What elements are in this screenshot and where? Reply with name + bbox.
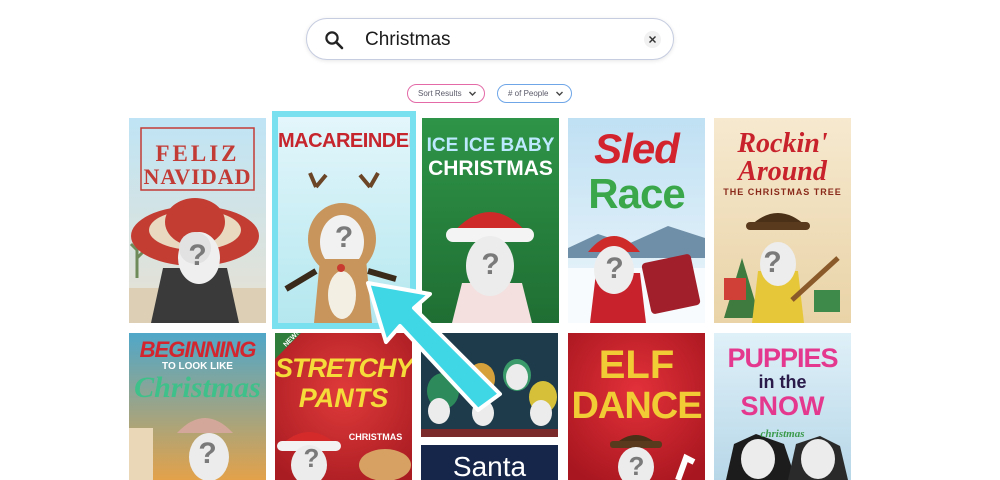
search-input[interactable] — [365, 28, 625, 52]
card-puppies-title-1: PUPPIES — [727, 343, 838, 373]
chevron-down-icon — [556, 91, 563, 96]
card-sled-race-title-2: Race — [588, 170, 685, 217]
people-count-dropdown[interactable]: # of People — [497, 84, 572, 103]
face-placeholder-icon: ? — [481, 248, 500, 281]
card-stretchy-pants-title-1: STRETCHY — [275, 353, 412, 383]
card-elf-group-art — [421, 333, 558, 437]
face-placeholder-icon: ? — [334, 221, 354, 254]
clear-search-button[interactable] — [644, 31, 661, 48]
card-puppies-title-2: in the — [758, 372, 807, 392]
sort-results-dropdown[interactable]: Sort Results — [407, 84, 485, 103]
card-stretchy-pants-title-3: CHRISTMAS — [348, 432, 403, 442]
face-placeholder-icon: ? — [188, 239, 207, 272]
card-santa-title: Santa — [452, 451, 527, 480]
card-feliz-navidad-title-2: NAVIDAD — [143, 164, 252, 189]
card-ice-ice-baby-title-2: CHRISTMAS — [428, 157, 553, 180]
card-beginning-to-look-like-christmas[interactable]: BEGINNING TO LOOK LIKE Christmas ? — [129, 333, 266, 480]
card-beginning-title-1: BEGINNING — [139, 337, 257, 362]
face-placeholder-icon: ? — [303, 443, 320, 473]
card-feliz-navidad-title-1: FELIZ — [155, 141, 240, 166]
card-santa[interactable]: Santa — [421, 445, 558, 480]
card-beginning-title-3: Christmas — [134, 371, 261, 404]
card-macareindeer-title: MACAREINDEER — [278, 130, 410, 152]
face-placeholder-icon: ? — [763, 246, 782, 279]
card-elf-dance[interactable]: ELF DANCE ? — [568, 333, 705, 480]
card-stretchy-pants[interactable]: NEW! STRETCHY PANTS CHRISTMAS ? — [275, 333, 412, 480]
card-elf-dance-title-1: ELF — [598, 343, 675, 387]
card-feliz-navidad[interactable]: FELIZ NAVIDAD ? — [129, 118, 266, 323]
card-puppies-in-the-snow[interactable]: PUPPIES in the SNOW christmas — [714, 333, 851, 480]
card-puppies-title-4: christmas — [760, 428, 805, 440]
face-placeholder-icon: ? — [198, 437, 217, 470]
card-elf-group[interactable] — [421, 333, 558, 437]
people-count-label: # of People — [508, 89, 549, 98]
search-bar[interactable] — [306, 18, 674, 60]
face-placeholder-icon: ? — [628, 451, 645, 480]
card-ice-ice-baby-christmas[interactable]: ICE ICE BABY CHRISTMAS ? — [422, 118, 559, 323]
card-rockin-around[interactable]: Rockin' Around THE CHRISTMAS TREE ? — [714, 118, 851, 323]
card-rockin-around-title-2: Around — [738, 156, 827, 187]
card-ice-ice-baby-title-1: ICE ICE BABY — [426, 135, 555, 156]
card-rockin-around-title-1: Rockin' — [737, 128, 828, 159]
face-placeholder-icon: ? — [605, 252, 624, 285]
sort-results-label: Sort Results — [418, 89, 462, 98]
card-sled-race-title-1: Sled — [594, 125, 680, 172]
card-stretchy-pants-title-2: PANTS — [298, 383, 389, 413]
card-sled-race[interactable]: Sled Race ? — [568, 118, 705, 323]
search-icon[interactable] — [324, 30, 344, 50]
card-rockin-around-title-3: THE CHRISTMAS TREE — [723, 187, 842, 197]
card-elf-dance-title-2: DANCE — [571, 385, 702, 427]
close-icon — [649, 36, 656, 43]
chevron-down-icon — [469, 91, 476, 96]
card-macareindeer[interactable]: MACAREINDEER ? — [278, 117, 410, 323]
card-puppies-title-3: SNOW — [740, 391, 825, 421]
